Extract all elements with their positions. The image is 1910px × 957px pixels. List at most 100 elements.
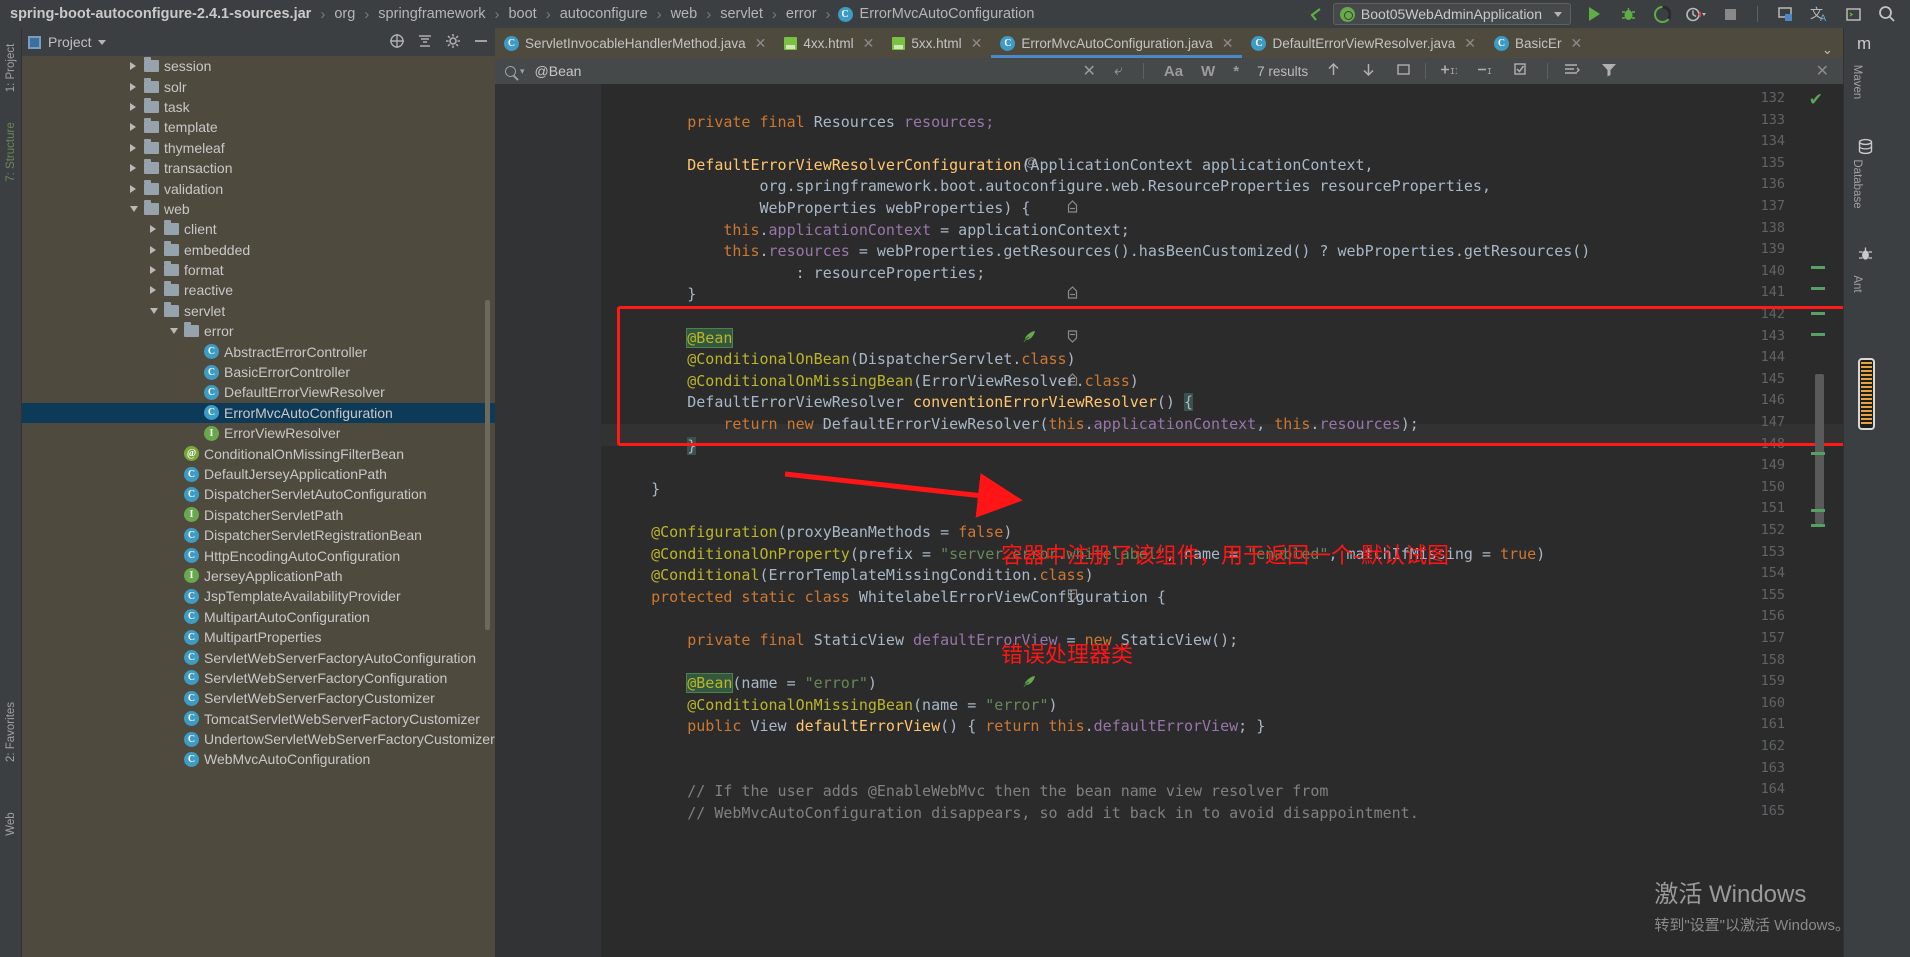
breadcrumb-item[interactable]: spring-boot-autoconfigure-2.4.1-sources.…	[8, 6, 313, 22]
project-tree-scrollbar[interactable]	[485, 300, 490, 630]
tool-window-maven[interactable]: Maven	[1851, 47, 1863, 117]
tree-item[interactable]: thymeleaf	[22, 138, 495, 158]
run-configuration-selector[interactable]: Boot05WebAdminApplication	[1332, 3, 1571, 25]
chevron-right-icon[interactable]	[130, 184, 144, 193]
tree-item[interactable]: C TomcatServletWebServerFactoryCustomizer	[22, 709, 495, 729]
show-hidden-tabs-icon[interactable]: ⌄	[1812, 42, 1843, 58]
project-tree[interactable]: session solr task template thymeleaf transact…	[22, 56, 495, 957]
breadcrumb-item[interactable]: springframework	[376, 6, 487, 22]
tree-item[interactable]: C ServletWebServerFactoryCustomizer	[22, 688, 495, 708]
breadcrumb[interactable]: spring-boot-autoconfigure-2.4.1-sources.…	[8, 6, 1036, 23]
tree-item[interactable]: template	[22, 117, 495, 137]
tree-item[interactable]: transaction	[22, 158, 495, 178]
chevron-right-icon[interactable]	[150, 225, 164, 234]
select-opened-file-icon[interactable]	[389, 33, 405, 52]
tree-item[interactable]: C DefaultErrorViewResolver	[22, 382, 495, 402]
chevron-right-icon[interactable]	[150, 245, 164, 254]
code-minimap[interactable]	[1858, 358, 1875, 430]
open-in-find-window-icon[interactable]	[1564, 62, 1581, 81]
editor-tab[interactable]: C DefaultErrorViewResolver.java ✕	[1242, 28, 1485, 58]
whole-words-toggle[interactable]: W	[1201, 63, 1215, 80]
tree-item[interactable]: solr	[22, 76, 495, 96]
tree-item[interactable]: embedded	[22, 240, 495, 260]
breadcrumb-item[interactable]: C ErrorMvcAutoConfiguration	[837, 6, 1037, 22]
chevron-right-icon[interactable]	[150, 286, 164, 295]
tree-item[interactable]: C AbstractErrorController	[22, 341, 495, 361]
tree-item[interactable]: C DefaultJerseyApplicationPath	[22, 464, 495, 484]
tree-item[interactable]: reactive	[22, 280, 495, 300]
chevron-right-icon[interactable]	[130, 102, 144, 111]
stop-button[interactable]	[1713, 1, 1747, 27]
tool-window-database[interactable]: Database	[1851, 141, 1863, 227]
editor-scrollbar-thumb[interactable]	[1815, 374, 1824, 524]
close-tab-icon[interactable]: ✕	[755, 35, 767, 52]
tree-item[interactable]: C JspTemplateAvailabilityProvider	[22, 586, 495, 606]
search-everywhere-icon[interactable]	[1870, 1, 1904, 27]
chevron-right-icon[interactable]	[130, 123, 144, 132]
editor-gutter[interactable]	[495, 84, 601, 957]
chevron-right-icon[interactable]	[130, 82, 144, 91]
terminal-button[interactable]	[1836, 1, 1870, 27]
tree-item[interactable]: validation	[22, 178, 495, 198]
profiler-button[interactable]	[1679, 1, 1713, 27]
tool-window-web[interactable]: Web	[5, 801, 17, 847]
breadcrumb-item[interactable]: boot	[506, 6, 538, 22]
chevron-right-icon[interactable]	[130, 164, 144, 173]
editor-tab[interactable]: 4xx.html ✕	[775, 28, 883, 58]
breadcrumb-item[interactable]: org	[332, 6, 357, 22]
add-line-icon[interactable]: II	[1440, 62, 1460, 81]
remove-line-icon[interactable]: I	[1477, 62, 1494, 81]
tree-item[interactable]: @ ConditionalOnMissingFilterBean	[22, 443, 495, 463]
search-input[interactable]: ▾ @Bean	[495, 63, 885, 79]
tool-window-project[interactable]: 1: Project	[5, 35, 17, 101]
regex-toggle[interactable]: *	[1233, 63, 1239, 80]
hide-panel-icon[interactable]	[473, 33, 489, 52]
collapse-all-icon[interactable]	[417, 33, 433, 52]
close-find-toolbar-icon[interactable]: ✕	[1816, 61, 1843, 81]
close-tab-icon[interactable]: ✕	[1464, 35, 1476, 52]
next-occurrence-icon[interactable]	[1361, 62, 1376, 81]
chevron-down-icon[interactable]	[130, 205, 144, 212]
tree-item[interactable]: C DispatcherServletRegistrationBean	[22, 525, 495, 545]
tree-item[interactable]: C MultipartProperties	[22, 627, 495, 647]
editor-tab[interactable]: C BasicEr ✕	[1485, 28, 1591, 58]
editor-tab[interactable]: 5xx.html ✕	[883, 28, 991, 58]
tree-item[interactable]: error	[22, 321, 495, 341]
tree-item[interactable]: client	[22, 219, 495, 239]
tree-item[interactable]: I DispatcherServletPath	[22, 505, 495, 525]
match-case-toggle[interactable]: Aa	[1164, 63, 1183, 80]
build-project-button[interactable]	[1768, 1, 1802, 27]
translate-button[interactable]: 文A	[1802, 1, 1836, 27]
close-search-icon[interactable]: ✕	[1082, 61, 1095, 81]
run-button[interactable]	[1577, 1, 1611, 27]
tree-item[interactable]: servlet	[22, 301, 495, 321]
breadcrumb-item[interactable]: autoconfigure	[558, 6, 650, 22]
editor-tab[interactable]: C ServletInvocableHandlerMethod.java ✕	[495, 28, 775, 58]
reset-search-icon[interactable]: ⤶	[1114, 62, 1123, 80]
tree-item[interactable]: C UndertowServletWebServerFactoryCustomiz…	[22, 729, 495, 749]
tree-item-selected[interactable]: C ErrorMvcAutoConfiguration	[22, 402, 495, 424]
navigate-back-icon[interactable]	[1299, 1, 1333, 27]
preview-results-icon[interactable]	[1396, 62, 1411, 81]
breadcrumb-item[interactable]: web	[669, 6, 700, 22]
tool-window-favorites[interactable]: 2: Favorites	[5, 690, 17, 774]
tree-item[interactable]: I ErrorViewResolver	[22, 423, 495, 443]
error-stripe-markers[interactable]: ✔	[1805, 84, 1827, 957]
tree-item[interactable]: task	[22, 97, 495, 117]
gear-icon[interactable]	[445, 33, 461, 52]
code-editor[interactable]: 132 133 134 135 136 137 138 139 140 141 142 143 144 1…	[495, 84, 1843, 957]
select-all-occurrences-icon[interactable]	[1514, 62, 1531, 81]
tree-item[interactable]: format	[22, 260, 495, 280]
tree-item[interactable]: C ServletWebServerFactoryConfiguration	[22, 668, 495, 688]
tree-item[interactable]: I JerseyApplicationPath	[22, 566, 495, 586]
close-tab-icon[interactable]: ✕	[1222, 35, 1234, 52]
tree-item[interactable]: C DispatcherServletAutoConfiguration	[22, 484, 495, 504]
chevron-right-icon[interactable]	[150, 266, 164, 275]
breadcrumb-item[interactable]: servlet	[718, 6, 765, 22]
tree-item[interactable]: C ServletWebServerFactoryAutoConfiguratio…	[22, 647, 495, 667]
tree-item[interactable]: C MultipartAutoConfiguration	[22, 607, 495, 627]
tree-item[interactable]: C WebMvcAutoConfiguration	[22, 749, 495, 769]
tool-window-ant[interactable]: Ant	[1851, 249, 1863, 319]
tree-item[interactable]: C BasicErrorController	[22, 362, 495, 382]
chevron-down-icon[interactable]	[150, 307, 164, 314]
